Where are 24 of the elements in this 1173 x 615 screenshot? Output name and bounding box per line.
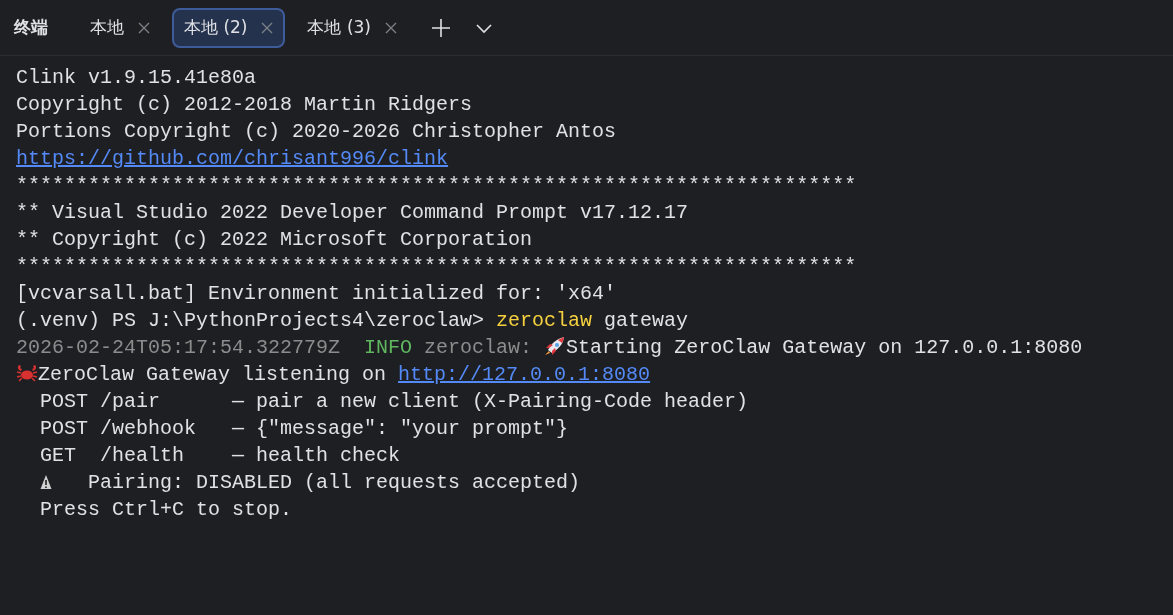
panel-title: 终端 [14, 15, 48, 39]
terminal-line: ** Visual Studio 2022 Developer Command Prompt v17.12.17 [16, 200, 689, 226]
terminal-line: POST /webhook — {"message": "your prompt"} [39, 416, 569, 442]
terminal-line: ZeroClaw Gateway listening on http://127.0.0.1:8080 [16, 361, 651, 388]
terminal-line: ********************************************************************** [16, 254, 857, 280]
terminal-line: Copyright (c) 2012-2018 Martin Ridgers [16, 92, 473, 118]
terminal-line: Clink v1.9.15.41e80a [16, 65, 257, 91]
terminal-line: GET /health — health check [39, 443, 401, 469]
link[interactable]: https://github.com/chrisant996/clink [16, 147, 449, 170]
tab[interactable]: 本地 (3) [295, 7, 409, 48]
terminal-line: Pairing: DISABLED (all requests accepted) [16, 469, 581, 496]
chevron-down-icon[interactable] [474, 22, 493, 35]
terminal-line: POST /pair — pair a new client (X-Pairing-Code header) [39, 389, 749, 415]
tab[interactable]: 本地 [78, 7, 162, 48]
terminal-line: ** Copyright (c) 2022 Microsoft Corporation [16, 227, 533, 253]
terminal-line: [vcvarsall.bat] Environment initialized for: 'x64' [16, 281, 617, 307]
plus-icon[interactable] [430, 18, 451, 39]
terminal-line: 2026-02-24T05:17:54.322779Z INFO zeroclaw: Starting ZeroClaw Gateway on 127.0.0.1:8080 [16, 334, 1083, 361]
terminal-line: Press Ctrl+C to stop. [39, 497, 293, 523]
terminal-line: (.venv) PS J:\PythonProjects4\zeroclaw> zeroclaw gateway [16, 308, 689, 334]
tab[interactable]: 本地 (2) [172, 7, 286, 48]
terminal-line: Portions Copyright (c) 2020-2026 Christopher Antos [16, 119, 617, 145]
link[interactable]: http://127.0.0.1:8080 [398, 363, 651, 386]
terminal-line: ********************************************************************** [16, 173, 857, 199]
